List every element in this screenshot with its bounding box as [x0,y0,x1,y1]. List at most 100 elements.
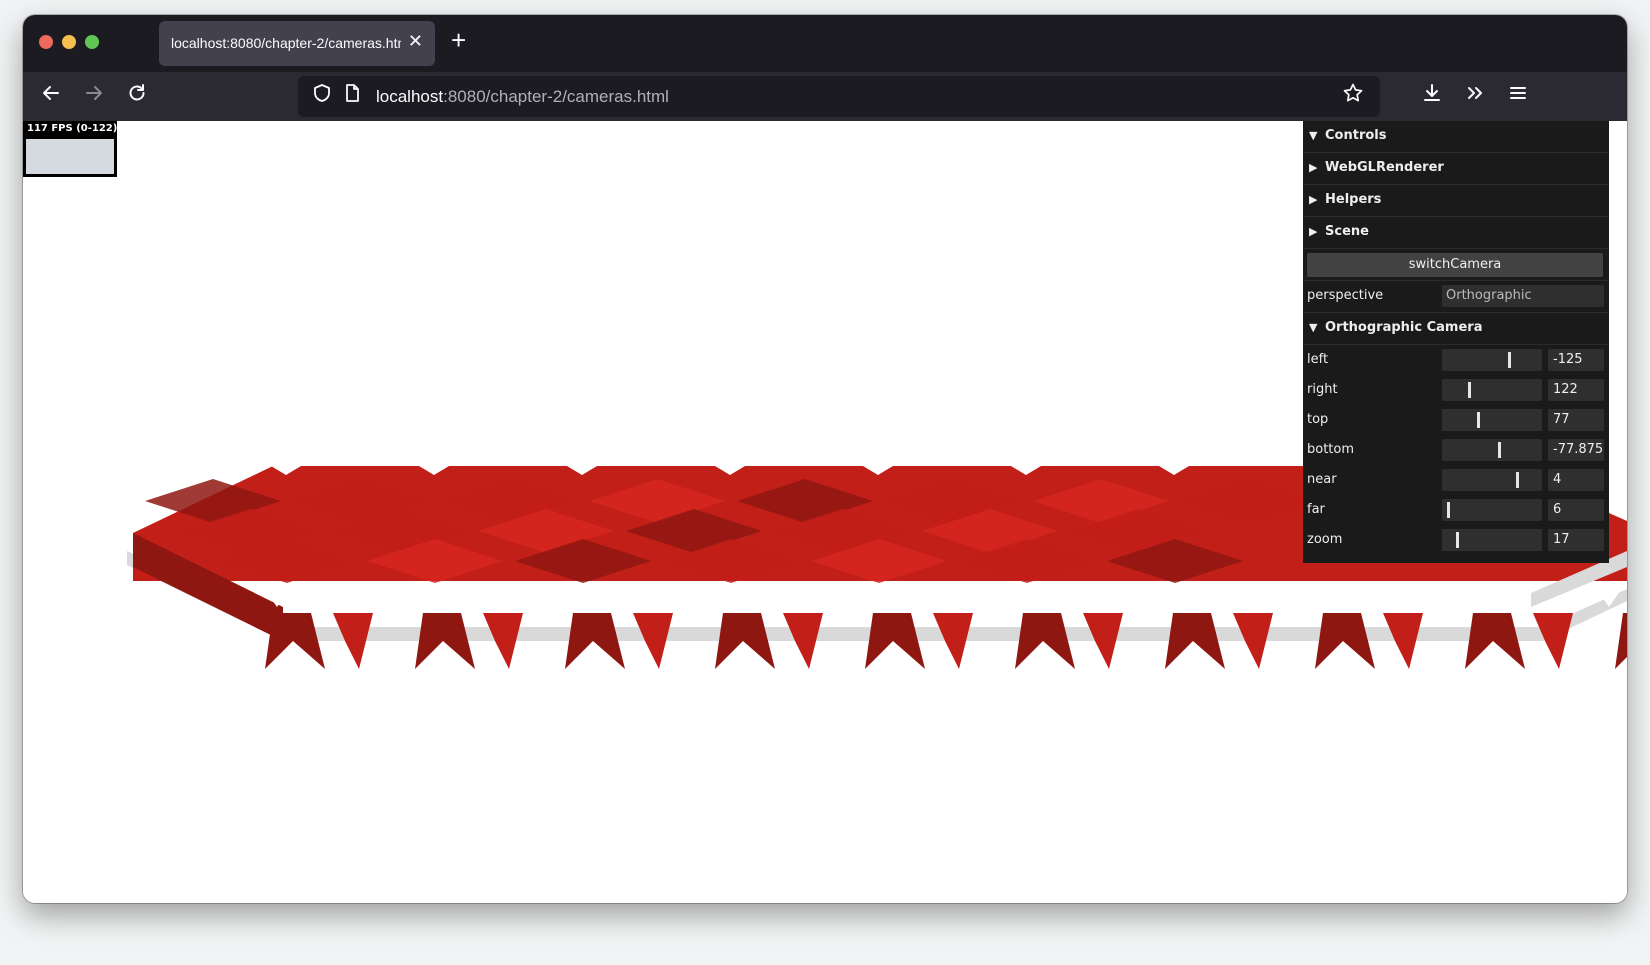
left-value-input[interactable]: -125 [1548,349,1604,371]
browser-window: localhost:8080/chapter-2/cameras.html ✕ … [23,15,1627,903]
gap-notch [851,581,887,607]
controls-panel: ▼ Controls ▶ WebGLRenderer ▶ Helpers ▶ S… [1303,121,1609,563]
chevron-right-icon: ▶ [1309,161,1318,174]
cube-lower-edge [1165,613,1225,669]
perspective-label: perspective [1307,288,1384,303]
fps-label: 117 FPS (0-122) [27,123,118,134]
left-slider[interactable] [1442,349,1542,371]
orthographic-camera-folder[interactable]: ▼ Orthographic Camera [1303,313,1609,345]
param-label: near [1307,472,1337,487]
top-value-input[interactable]: 77 [1548,409,1604,431]
bottom-slider[interactable] [1442,439,1542,461]
param-row-near: near 4 [1303,465,1609,495]
param-row-top: top 77 [1303,405,1609,435]
param-row-zoom: zoom 17 [1303,525,1609,555]
bottom-value-input[interactable]: -77.875 [1548,439,1604,461]
param-label: left [1307,352,1329,367]
perspective-field[interactable]: Orthographic [1442,285,1604,307]
slider-handle[interactable] [1456,532,1459,548]
reload-icon[interactable] [123,82,151,110]
near-slider[interactable] [1442,469,1542,491]
hamburger-menu-icon[interactable] [1504,82,1532,110]
title-bar: localhost:8080/chapter-2/cameras.html ✕ … [23,15,1627,72]
back-arrow-icon[interactable] [37,82,65,110]
plus-icon[interactable]: + [451,27,466,53]
url-bar[interactable]: localhost:8080/chapter-2/cameras.html [298,76,1380,117]
param-row-right: right 122 [1303,375,1609,405]
scene-folder-label: Scene [1325,224,1369,239]
page-icon[interactable] [338,82,366,110]
browser-tab[interactable]: localhost:8080/chapter-2/cameras.html ✕ [159,21,435,66]
gap-notch [1295,581,1331,607]
param-row-left: left -125 [1303,345,1609,375]
slider-handle[interactable] [1477,412,1480,428]
webglrenderer-folder-label: WebGLRenderer [1325,160,1444,175]
maximize-window-icon[interactable] [85,35,99,49]
gap-notch [999,581,1035,607]
cube-lower-edge [1315,613,1375,669]
gap-notch [407,581,443,607]
star-icon[interactable] [1339,82,1367,110]
param-label: top [1307,412,1329,427]
near-value-input[interactable]: 4 [1548,469,1604,491]
navigation-bar: localhost:8080/chapter-2/cameras.html [23,72,1627,121]
close-window-icon[interactable] [39,35,53,49]
top-slider[interactable] [1442,409,1542,431]
slider-handle[interactable] [1516,472,1519,488]
chevron-down-icon: ▼ [1309,321,1318,334]
webgl-viewport[interactable]: 117 FPS (0-122) ▼ Controls ▶ WebGLRender… [23,121,1627,903]
url-path: :8080/chapter-2/cameras.html [443,87,669,106]
camera-params: left -125 right 122 top 77 bottom -77.875 near 4 f… [1303,345,1609,555]
url-host: localhost [376,87,444,106]
param-row-far: far 6 [1303,495,1609,525]
param-row-bottom: bottom -77.875 [1303,435,1609,465]
webglrenderer-folder[interactable]: ▶ WebGLRenderer [1303,153,1609,185]
download-icon[interactable] [1418,82,1446,110]
cube-lower-edge [715,613,775,669]
zoom-value-input[interactable]: 17 [1548,529,1604,551]
slider-handle[interactable] [1468,382,1471,398]
fps-stats-panel[interactable]: 117 FPS (0-122) [23,121,117,177]
gap-notch [1147,581,1183,607]
slider-handle[interactable] [1498,442,1501,458]
forward-arrow-icon[interactable] [80,82,108,110]
slider-handle[interactable] [1447,502,1450,518]
gap-notch [703,581,739,607]
cube-lower-edge [865,613,925,669]
controls-folder-label: Controls [1325,128,1387,143]
slider-handle[interactable] [1508,352,1511,368]
helpers-folder[interactable]: ▶ Helpers [1303,185,1609,217]
fps-graph [26,139,114,174]
cube-lower-edge [1465,613,1525,669]
chevron-down-icon: ▼ [1309,129,1318,142]
switch-camera-row: switchCamera [1303,249,1609,281]
gap-notch [555,581,591,607]
controls-folder[interactable]: ▼ Controls [1303,121,1609,153]
far-slider[interactable] [1442,499,1542,521]
gap-notch [1443,581,1479,607]
right-slider[interactable] [1442,379,1542,401]
chevrons-right-icon[interactable] [1461,82,1489,110]
cube-lower-edge [565,613,625,669]
close-icon[interactable]: ✕ [408,31,423,52]
scene-folder[interactable]: ▶ Scene [1303,217,1609,249]
param-label: zoom [1307,532,1343,547]
helpers-folder-label: Helpers [1325,192,1382,207]
chevron-right-icon: ▶ [1309,193,1318,206]
far-value-input[interactable]: 6 [1548,499,1604,521]
switch-camera-button[interactable]: switchCamera [1307,253,1603,277]
orthographic-camera-folder-label: Orthographic Camera [1325,320,1483,335]
cube-lower-edge [1015,613,1075,669]
minimize-window-icon[interactable] [62,35,76,49]
shield-icon[interactable] [308,82,336,110]
cube-lower-edge [1615,613,1627,669]
tab-title: localhost:8080/chapter-2/cameras.html [171,35,401,51]
param-label: bottom [1307,442,1355,457]
param-label: right [1307,382,1338,397]
chevron-right-icon: ▶ [1309,225,1318,238]
param-label: far [1307,502,1325,517]
cube-lower-edge [265,613,325,669]
url-text[interactable]: localhost:8080/chapter-2/cameras.html [376,87,669,107]
zoom-slider[interactable] [1442,529,1542,551]
right-value-input[interactable]: 122 [1548,379,1604,401]
